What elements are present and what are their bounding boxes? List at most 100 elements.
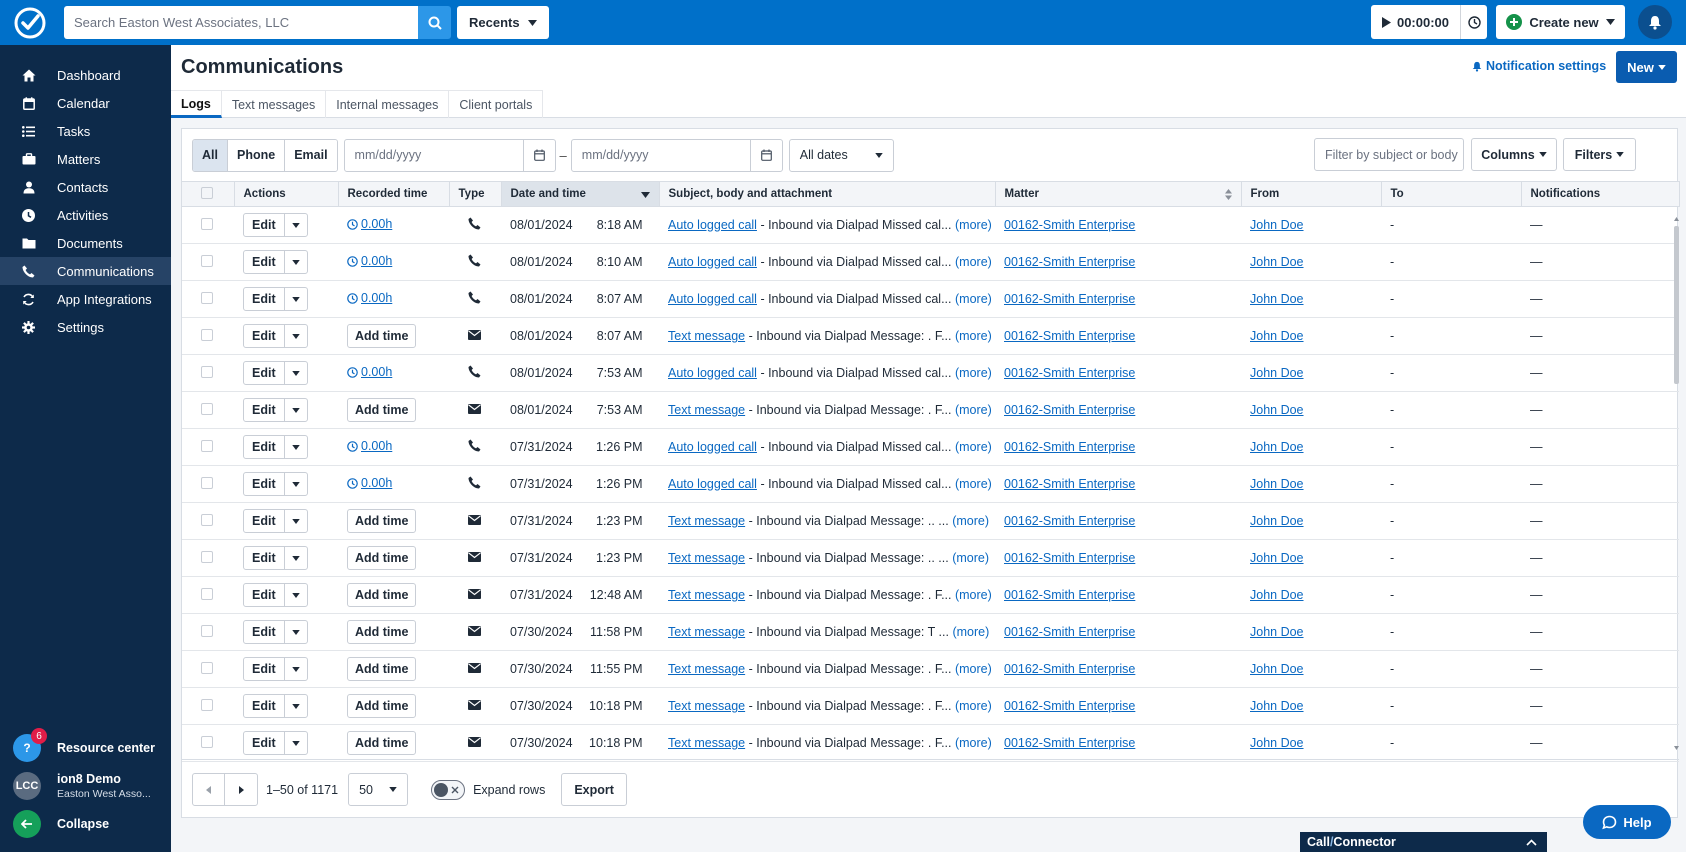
edit-button[interactable]: Edit (244, 288, 285, 310)
edit-dropdown-button[interactable] (285, 584, 307, 606)
from-link[interactable]: John Doe (1250, 366, 1304, 380)
subject-link[interactable]: Text message (668, 403, 745, 417)
subject-link[interactable]: Auto logged call (668, 255, 757, 269)
edit-dropdown-button[interactable] (285, 547, 307, 569)
notification-settings-link[interactable]: Notification settings (1472, 59, 1606, 73)
subject-link[interactable]: Auto logged call (668, 218, 757, 232)
add-time-button[interactable]: Add time (347, 657, 417, 681)
calendar-icon[interactable] (522, 139, 555, 171)
edit-button[interactable]: Edit (244, 547, 285, 569)
user-menu[interactable]: LCC ion8 Demo Easton West Asso... (0, 771, 171, 801)
columns-button[interactable]: Columns (1471, 138, 1557, 171)
from-link[interactable]: John Doe (1250, 625, 1304, 639)
subject-link[interactable]: Auto logged call (668, 366, 757, 380)
sidebar-item-settings[interactable]: Settings (0, 313, 171, 341)
date-from-field[interactable]: mm/dd/yyyy (343, 138, 556, 172)
from-link[interactable]: John Doe (1250, 588, 1304, 602)
column-header-to[interactable]: To (1381, 181, 1522, 207)
more-link[interactable]: (more) (955, 329, 992, 343)
row-checkbox[interactable] (201, 439, 213, 452)
column-header-recorded-time[interactable]: Recorded time (338, 181, 450, 207)
row-checkbox[interactable] (201, 217, 213, 230)
edit-button[interactable]: Edit (244, 473, 285, 495)
edit-button[interactable]: Edit (244, 325, 285, 347)
edit-dropdown-button[interactable] (285, 621, 307, 643)
from-link[interactable]: John Doe (1250, 662, 1304, 676)
add-time-button[interactable]: Add time (347, 620, 417, 644)
edit-dropdown-button[interactable] (285, 473, 307, 495)
from-link[interactable]: John Doe (1250, 699, 1304, 713)
from-link[interactable]: John Doe (1250, 440, 1304, 454)
sidebar-item-matters[interactable]: Matters (0, 145, 171, 173)
export-button[interactable]: Export (561, 773, 627, 806)
row-checkbox[interactable] (201, 698, 213, 711)
subject-link[interactable]: Text message (668, 625, 745, 639)
row-checkbox[interactable] (201, 513, 213, 526)
edit-dropdown-button[interactable] (285, 658, 307, 680)
table-row[interactable]: Edit Add time 07/31/2024 1:23 PM Text messag… (182, 502, 1679, 540)
scrollbar-thumb[interactable] (1674, 226, 1679, 384)
edit-dropdown-button[interactable] (285, 695, 307, 717)
subject-link[interactable]: Text message (668, 699, 745, 713)
recorded-time-link[interactable]: 0.00h (347, 476, 392, 490)
sidebar-item-communications[interactable]: Communications (0, 257, 171, 285)
resource-center-button[interactable]: ? 6 Resource center (0, 728, 171, 763)
table-row[interactable]: Edit 0.00h 08/01/2024 8:07 AM Auto logged ca… (182, 280, 1679, 318)
table-row[interactable]: Edit Add time 08/01/2024 8:07 AM Text messag… (182, 317, 1679, 355)
subject-link[interactable]: Text message (668, 329, 745, 343)
matter-link[interactable]: 00162-Smith Enterprise (1004, 292, 1135, 306)
row-checkbox[interactable] (201, 476, 213, 489)
more-link[interactable]: (more) (955, 366, 992, 380)
subject-link[interactable]: Auto logged call (668, 292, 757, 306)
matter-link[interactable]: 00162-Smith Enterprise (1004, 440, 1135, 454)
edit-button[interactable]: Edit (244, 362, 285, 384)
more-link[interactable]: (more) (955, 699, 992, 713)
timer-history-button[interactable] (1461, 5, 1487, 39)
add-time-button[interactable]: Add time (347, 731, 417, 755)
subject-link[interactable]: Text message (668, 588, 745, 602)
matter-link[interactable]: 00162-Smith Enterprise (1004, 403, 1135, 417)
table-row[interactable]: Edit Add time 07/30/2024 10:18 PM Text messa… (182, 687, 1679, 725)
edit-dropdown-button[interactable] (285, 436, 307, 458)
app-logo-icon[interactable] (10, 3, 50, 43)
matter-link[interactable]: 00162-Smith Enterprise (1004, 625, 1135, 639)
table-row[interactable]: Edit Add time 08/01/2024 7:53 AM Text messag… (182, 391, 1679, 429)
more-link[interactable]: (more) (955, 662, 992, 676)
table-row[interactable]: Edit 0.00h 08/01/2024 7:53 AM Auto logged ca… (182, 354, 1679, 392)
per-page-select[interactable]: 50 (348, 773, 409, 806)
table-row[interactable]: Edit Add time 07/30/2024 11:55 PM Text messa… (182, 650, 1679, 688)
recorded-time-link[interactable]: 0.00h (347, 217, 392, 231)
table-row[interactable]: Edit 0.00h 08/01/2024 8:10 AM Auto logged ca… (182, 243, 1679, 281)
calendar-icon[interactable] (749, 139, 782, 171)
row-checkbox[interactable] (201, 328, 213, 341)
column-header-notifications[interactable]: Notifications (1521, 181, 1680, 207)
edit-dropdown-button[interactable] (285, 325, 307, 347)
from-link[interactable]: John Doe (1250, 255, 1304, 269)
add-time-button[interactable]: Add time (347, 324, 417, 348)
table-row[interactable]: Edit Add time 07/31/2024 12:48 AM Text messa… (182, 576, 1679, 614)
from-link[interactable]: John Doe (1250, 218, 1304, 232)
notifications-button[interactable] (1638, 5, 1672, 39)
matter-link[interactable]: 00162-Smith Enterprise (1004, 699, 1135, 713)
from-link[interactable]: John Doe (1250, 477, 1304, 491)
matter-link[interactable]: 00162-Smith Enterprise (1004, 329, 1135, 343)
row-checkbox[interactable] (201, 291, 213, 304)
subject-link[interactable]: Text message (668, 551, 745, 565)
tab-logs[interactable]: Logs (171, 90, 222, 118)
sidebar-item-calendar[interactable]: Calendar (0, 89, 171, 117)
select-all-checkbox[interactable] (201, 186, 213, 199)
subject-link[interactable]: Auto logged call (668, 440, 757, 454)
subject-link[interactable]: Text message (668, 662, 745, 676)
column-header-subject-body-and-attachment[interactable]: Subject, body and attachment (659, 181, 996, 207)
edit-button[interactable]: Edit (244, 399, 285, 421)
matter-link[interactable]: 00162-Smith Enterprise (1004, 588, 1135, 602)
add-time-button[interactable]: Add time (347, 546, 417, 570)
row-checkbox[interactable] (201, 402, 213, 415)
sidebar-item-app-integrations[interactable]: App Integrations (0, 285, 171, 313)
edit-button[interactable]: Edit (244, 695, 285, 717)
subject-link[interactable]: Auto logged call (668, 477, 757, 491)
sidebar-item-activities[interactable]: Activities (0, 201, 171, 229)
column-header-from[interactable]: From (1241, 181, 1382, 207)
table-row[interactable]: Edit Add time 07/30/2024 11:58 PM Text messa… (182, 613, 1679, 651)
table-row[interactable]: Edit 0.00h 07/31/2024 1:26 PM Auto logged ca… (182, 428, 1679, 466)
